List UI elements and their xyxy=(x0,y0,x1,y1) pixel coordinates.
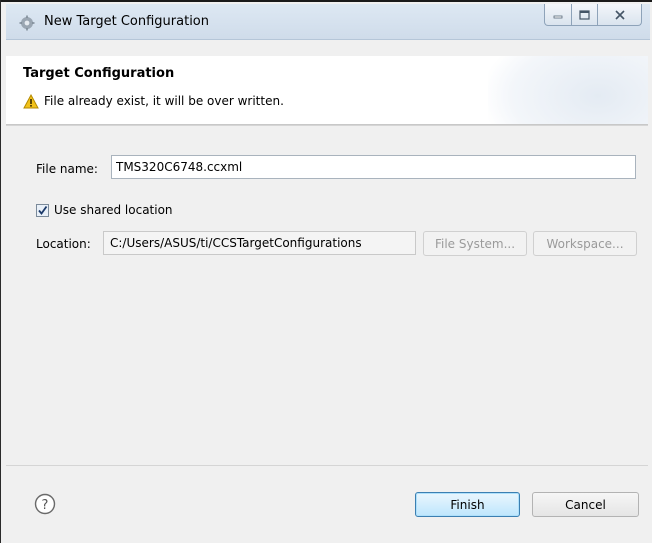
svg-text:?: ? xyxy=(42,498,49,513)
cancel-button[interactable]: Cancel xyxy=(532,492,639,517)
app-gear-icon xyxy=(19,15,35,31)
location-field: C:/Users/ASUS/ti/CCSTargetConfigurations xyxy=(103,231,416,255)
file-name-input[interactable] xyxy=(111,155,636,179)
location-label: Location: xyxy=(36,237,91,251)
warning-message: File already exist, it will be over writ… xyxy=(44,94,284,108)
window-frame-top xyxy=(0,0,652,2)
minimize-icon xyxy=(553,15,563,18)
header-separator xyxy=(6,125,648,126)
file-name-label: File name: xyxy=(36,162,98,176)
title-bar[interactable]: New Target Configuration xyxy=(6,4,650,40)
help-icon[interactable]: ? xyxy=(34,493,56,515)
footer-separator xyxy=(6,465,648,466)
finish-button[interactable]: Finish xyxy=(415,492,520,517)
header-decoration xyxy=(488,56,648,124)
close-button[interactable] xyxy=(598,4,642,26)
maximize-button[interactable] xyxy=(572,4,598,26)
warning-icon xyxy=(23,94,39,109)
window-title: New Target Configuration xyxy=(44,14,210,29)
page-title: Target Configuration xyxy=(23,66,175,81)
use-shared-location-label[interactable]: Use shared location xyxy=(54,203,173,217)
use-shared-location-checkbox[interactable] xyxy=(36,204,49,217)
window-frame-left xyxy=(0,0,1,543)
checkmark-icon xyxy=(38,205,48,215)
dialog-window: New Target Configuration Target Configur… xyxy=(0,0,652,543)
minimize-button[interactable] xyxy=(544,4,572,26)
close-icon xyxy=(614,9,625,20)
wizard-header: Target Configuration File already exist,… xyxy=(6,56,648,125)
maximize-icon xyxy=(579,9,590,20)
file-system-button[interactable]: File System... xyxy=(423,231,527,256)
workspace-button[interactable]: Workspace... xyxy=(533,231,637,256)
window-controls xyxy=(544,4,642,26)
